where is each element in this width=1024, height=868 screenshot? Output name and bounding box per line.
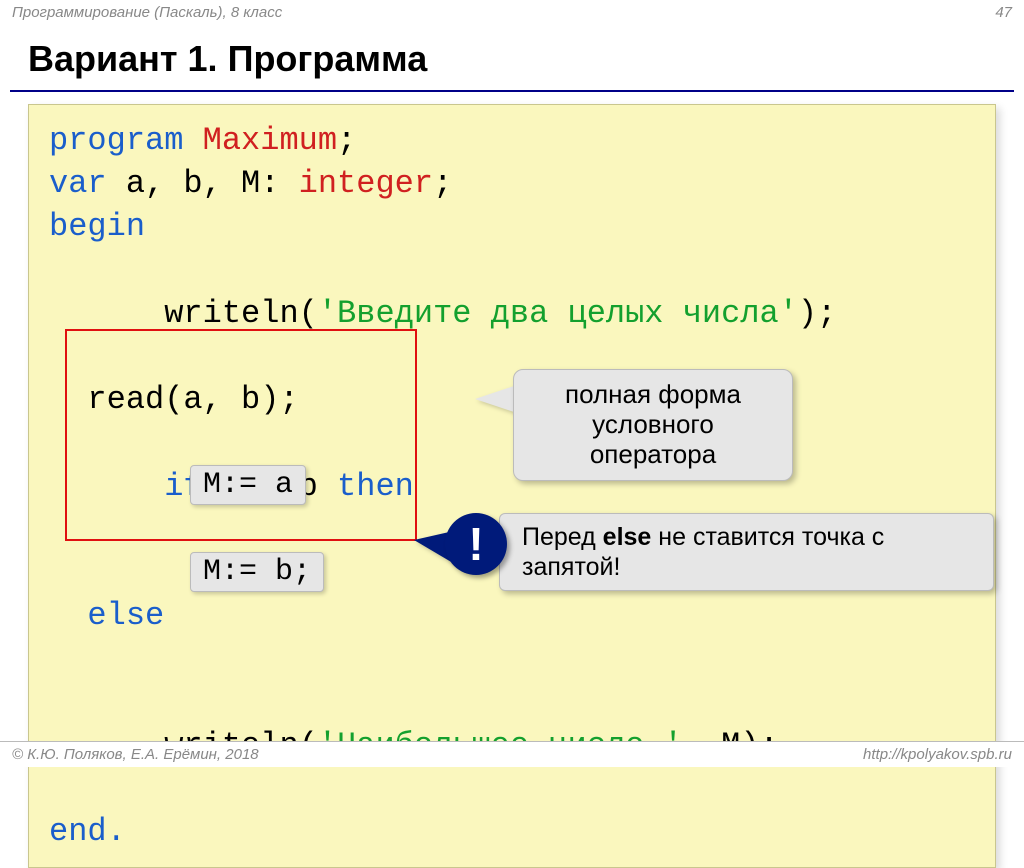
- kw-program: program: [49, 122, 203, 159]
- writeln-call: writeln(: [126, 295, 318, 332]
- chip-assign-a: M:= a: [190, 465, 306, 505]
- note-else: Перед else не ставится точка с запятой!: [499, 513, 994, 591]
- footer-bar: © К.Ю. Поляков, Е.А. Ерёмин, 2018 http:/…: [0, 741, 1024, 767]
- code-line-11: end.: [49, 810, 975, 853]
- header-bar: Программирование (Паскаль), 8 класс 47: [0, 0, 1024, 24]
- title-rule: [10, 90, 1014, 92]
- footer-url: http://kpolyakov.spb.ru: [863, 746, 1012, 763]
- callout-full-form: полная форма условного оператора: [513, 369, 793, 481]
- page-number: 47: [995, 4, 1012, 21]
- header-left: Программирование (Паскаль), 8 класс: [12, 4, 282, 21]
- code-line-8: else: [49, 594, 975, 637]
- note-pre: Перед: [522, 523, 603, 551]
- string-lit: 'Введите два целых числа': [318, 295, 798, 332]
- semi: ;: [337, 122, 356, 159]
- slide-title: Вариант 1. Программа: [0, 24, 1024, 88]
- kw-var: var: [49, 165, 126, 202]
- callout-tail-icon: [475, 385, 517, 413]
- code-line-3: begin: [49, 205, 975, 248]
- kw-then: then: [337, 468, 414, 505]
- prog-name: Maximum: [203, 122, 337, 159]
- code-line-9: [49, 637, 975, 680]
- vars: a, b, M:: [126, 165, 299, 202]
- code-line-4: writeln('Введите два целых числа');: [49, 249, 975, 379]
- code-line-1: program Maximum;: [49, 119, 975, 162]
- type-int: integer: [299, 165, 433, 202]
- footer-copyright: © К.Ю. Поляков, Е.А. Ерёмин, 2018: [12, 746, 259, 763]
- paren-end: );: [798, 295, 836, 332]
- semi: ;: [433, 165, 452, 202]
- note-bold: else: [603, 523, 652, 551]
- exclamation-icon: !: [445, 513, 507, 575]
- chip-assign-b: M:= b;: [190, 552, 324, 592]
- code-line-2: var a, b, M: integer;: [49, 162, 975, 205]
